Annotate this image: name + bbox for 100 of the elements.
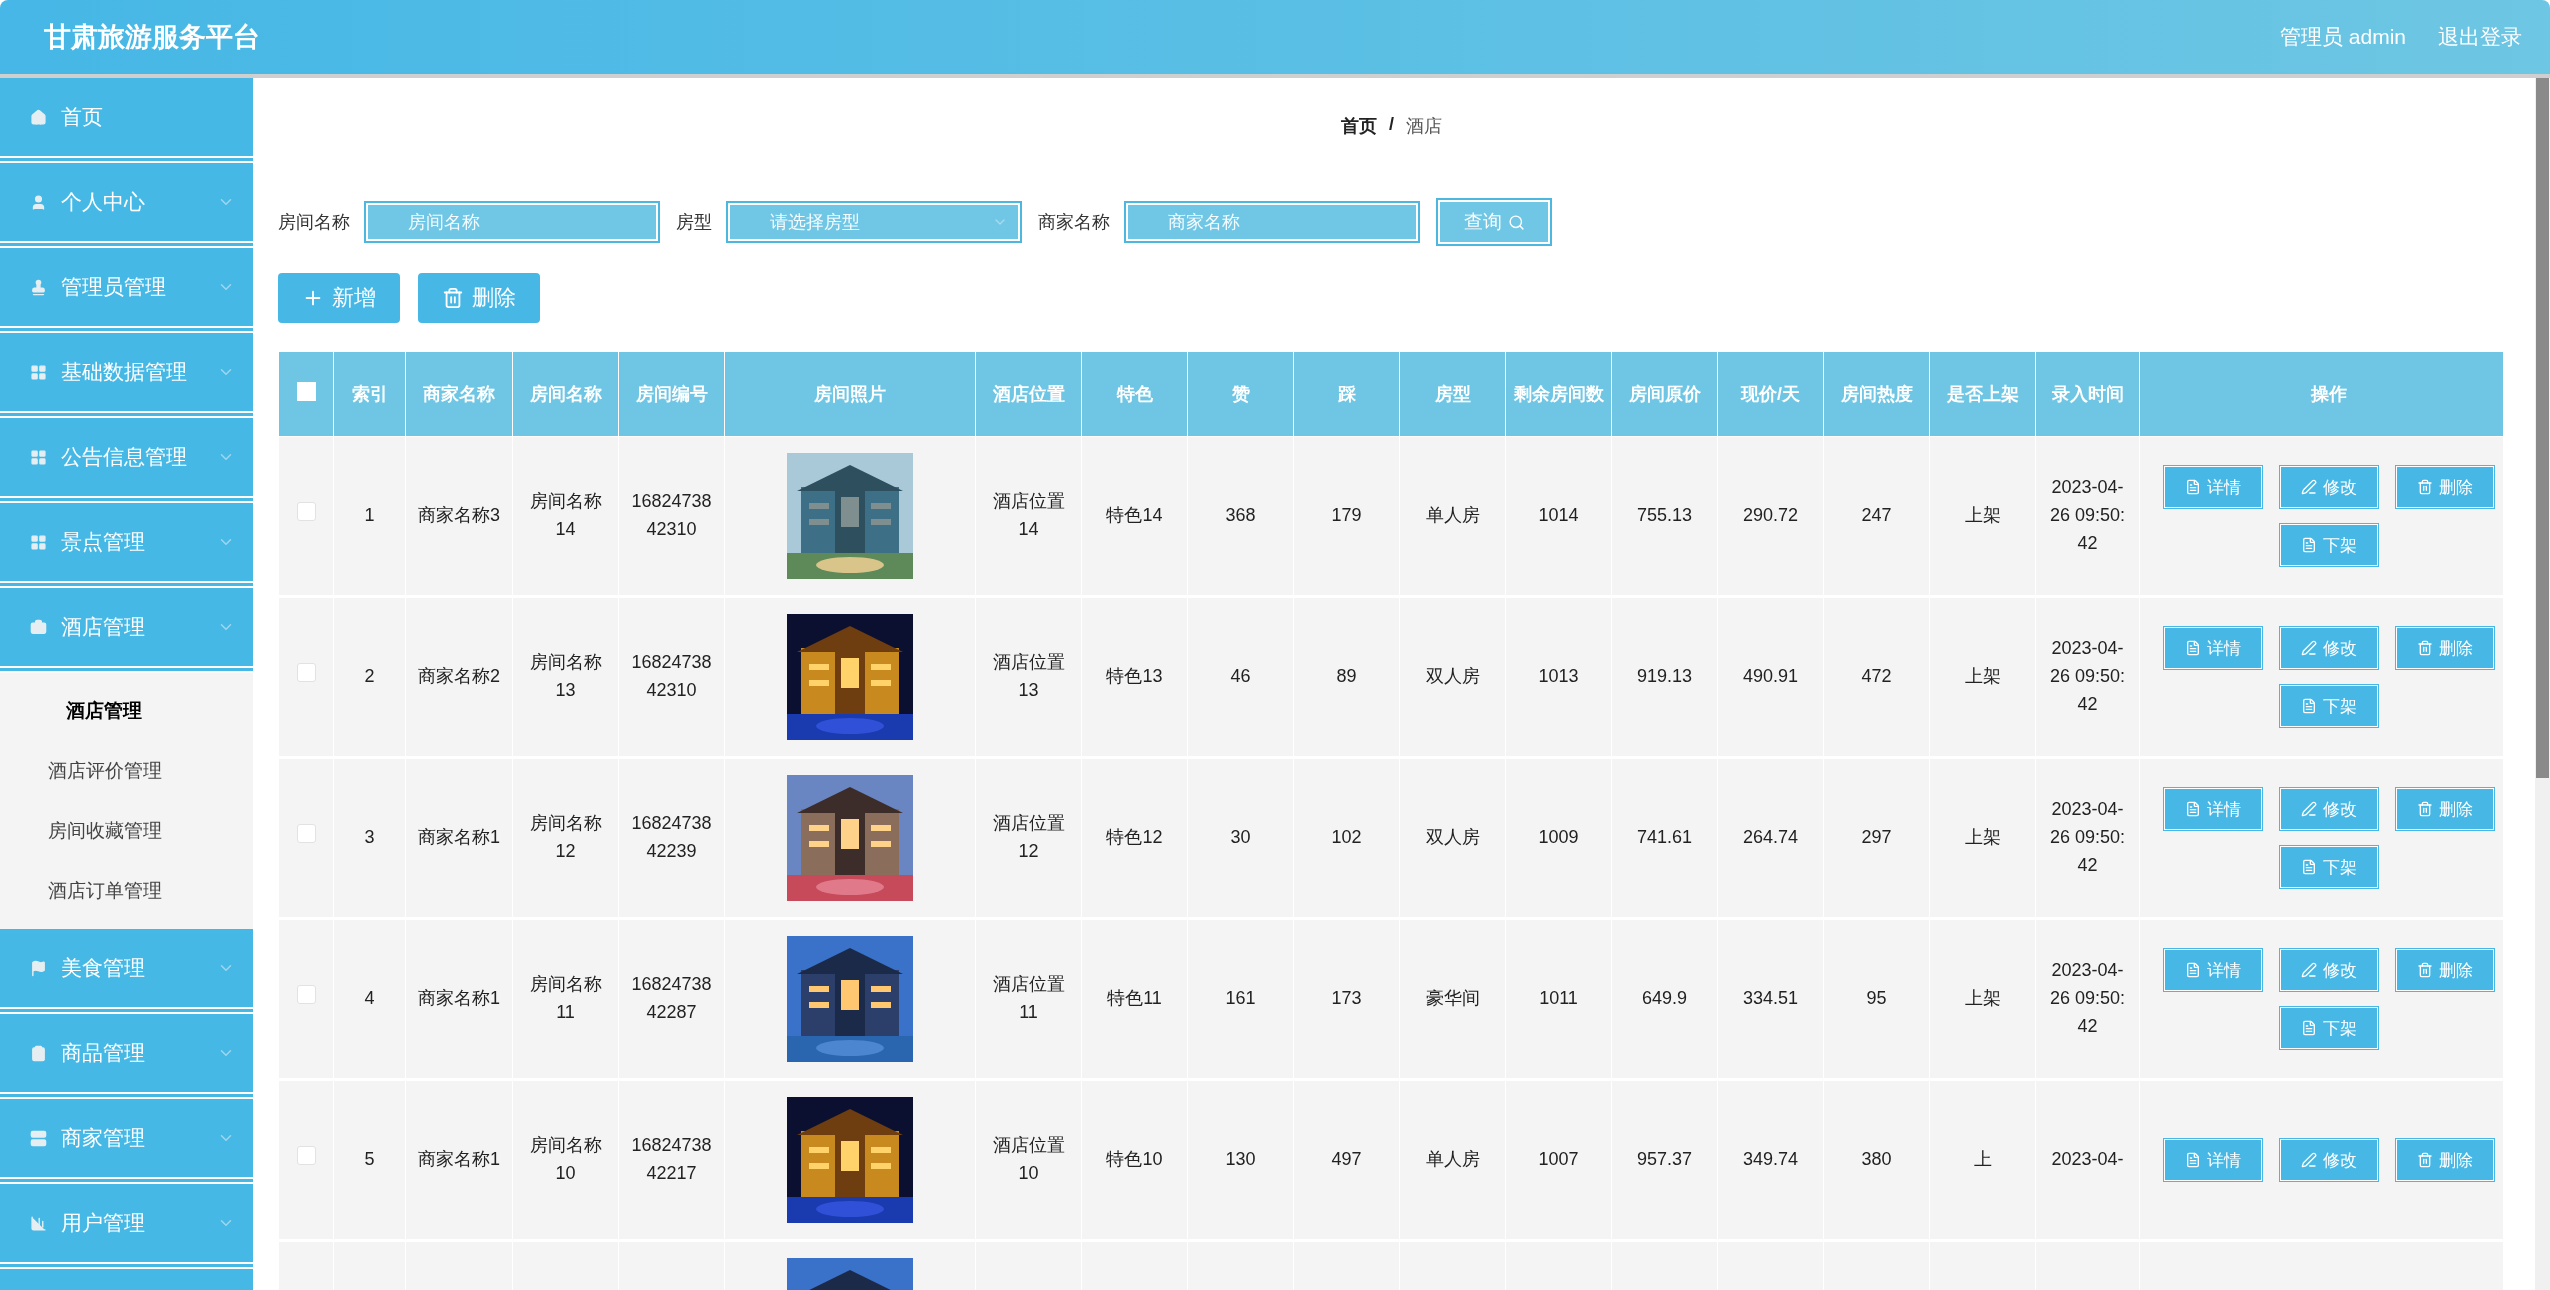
- logout-link[interactable]: 退出登录: [2438, 23, 2522, 51]
- delete-button[interactable]: 删除: [2394, 465, 2495, 509]
- sidebar-item[interactable]: 酒店管理: [0, 588, 253, 673]
- column-header: 房间热度: [1823, 351, 1930, 437]
- input-field[interactable]: 商家名称: [1166, 210, 1406, 234]
- trash-icon: [2416, 962, 2433, 978]
- delete-button[interactable]: 删除: [2394, 787, 2495, 831]
- table-cell: 368: [1187, 436, 1294, 597]
- submenu-item[interactable]: 酒店评价管理: [0, 741, 253, 801]
- document-icon: [2184, 640, 2201, 656]
- row-checkbox[interactable]: [296, 1146, 316, 1166]
- input-field[interactable]: 商家名称: [1124, 201, 1420, 243]
- submenu-item[interactable]: 房间收藏管理: [0, 801, 253, 861]
- delete-button[interactable]: 删除: [2394, 626, 2495, 670]
- query-button[interactable]: 查询: [1436, 198, 1552, 246]
- add-button[interactable]: 新增: [278, 273, 400, 323]
- pen-icon: [2300, 1152, 2317, 1168]
- sidebar-item[interactable]: 用户管理: [0, 1184, 253, 1269]
- table-cell: 957.37: [1611, 1079, 1718, 1241]
- edit-button[interactable]: 修改: [2278, 948, 2379, 992]
- table-cell: 2023-04-26 09:50:42: [2035, 436, 2140, 597]
- table-cell: 房间名称14: [512, 436, 619, 597]
- input-field[interactable]: 房间名称: [364, 201, 660, 243]
- submenu-item[interactable]: 酒店订单管理: [0, 861, 253, 921]
- edit-button[interactable]: 修改: [2278, 787, 2379, 831]
- table-cell: 双人房: [1399, 596, 1506, 758]
- sidebar-item[interactable]: 管理员管理: [0, 248, 253, 333]
- column-header: 特色: [1081, 351, 1188, 437]
- table-cell: 上架: [1929, 596, 2036, 758]
- table-cell: 房间名称11: [512, 918, 619, 1080]
- table-cell: 290.72: [1717, 436, 1824, 597]
- home-icon: [30, 108, 47, 126]
- breadcrumb-home[interactable]: 首页: [1341, 114, 1377, 138]
- sidebar-item[interactable]: 商品管理: [0, 1014, 253, 1099]
- table-cell: 173: [1293, 918, 1400, 1080]
- table-cell: 商家名称1: [405, 757, 513, 919]
- server-icon: [30, 1129, 47, 1147]
- table-cell: 商家名称2: [405, 596, 513, 758]
- detail-button[interactable]: 详情: [2162, 787, 2263, 831]
- column-header: 踩: [1293, 351, 1400, 437]
- edit-button[interactable]: 修改: [2278, 465, 2379, 509]
- table-cell: 1014: [1505, 436, 1612, 597]
- column-header: 房型: [1399, 351, 1506, 437]
- detail-button[interactable]: 详情: [2162, 626, 2263, 670]
- table-cell: 264.74: [1717, 757, 1824, 919]
- detail-button[interactable]: 详情: [2162, 1138, 2263, 1182]
- submenu-item[interactable]: 酒店管理: [0, 681, 253, 741]
- table-cell: 2: [333, 596, 406, 758]
- row-checkbox[interactable]: [296, 663, 316, 683]
- column-header: 商家名称: [405, 351, 513, 437]
- grid-icon: [30, 448, 47, 466]
- column-header: 操作: [2139, 351, 2503, 437]
- select-field[interactable]: 请选择房型: [726, 201, 1022, 243]
- delete-button[interactable]: 删除: [418, 273, 540, 323]
- edit-button[interactable]: 修改: [2278, 626, 2379, 670]
- sidebar-item[interactable]: 首页: [0, 78, 253, 163]
- column-header: 现价/天: [1717, 351, 1824, 437]
- table-cell: 497: [1293, 1079, 1400, 1241]
- row-checkbox[interactable]: [296, 502, 316, 522]
- sidebar-item[interactable]: 商家管理: [0, 1099, 253, 1184]
- row-checkbox[interactable]: [296, 824, 316, 844]
- table-cell: 755.13: [1611, 436, 1718, 597]
- delete-button[interactable]: 删除: [2394, 1138, 2495, 1182]
- column-header: 房间编号: [618, 351, 725, 437]
- off-button[interactable]: 下架: [2278, 523, 2379, 567]
- table-cell: 4: [333, 918, 406, 1080]
- scrollbar[interactable]: [2535, 78, 2550, 1290]
- table-cell: 2023-04-26 09:50:42: [2035, 918, 2140, 1080]
- input-field[interactable]: 房间名称: [406, 210, 646, 234]
- off-button[interactable]: 下架: [2278, 1006, 2379, 1050]
- table-cell: 130: [1187, 1079, 1294, 1241]
- table-cell: 商家名称1: [405, 918, 513, 1080]
- select-field[interactable]: 请选择房型: [768, 210, 992, 234]
- table-cell: 1011: [1505, 918, 1612, 1080]
- document-icon: [2184, 1152, 2201, 1168]
- edit-button[interactable]: 修改: [2278, 1138, 2379, 1182]
- sidebar-item[interactable]: 美食管理: [0, 929, 253, 1014]
- sidebar-item[interactable]: 个人中心: [0, 163, 253, 248]
- table-cell: 46: [1187, 596, 1294, 758]
- table-cell: 1682473842310: [618, 436, 725, 597]
- document-icon: [2184, 801, 2201, 817]
- delete-button[interactable]: 删除: [2394, 948, 2495, 992]
- off-button[interactable]: 下架: [2278, 684, 2379, 728]
- detail-button[interactable]: 详情: [2162, 465, 2263, 509]
- table-cell: 1013: [1505, 596, 1612, 758]
- off-button[interactable]: 下架: [2278, 845, 2379, 889]
- sidebar-item[interactable]: 公告信息管理: [0, 418, 253, 503]
- detail-button[interactable]: 详情: [2162, 948, 2263, 992]
- table-cell: 89: [1293, 596, 1400, 758]
- sidebar-item[interactable]: 基础数据管理: [0, 333, 253, 418]
- document-icon: [2300, 1020, 2317, 1036]
- table-cell: 特色10: [1081, 1079, 1188, 1241]
- table-cell: 95: [1823, 918, 1930, 1080]
- select-all-checkbox[interactable]: [296, 382, 316, 401]
- sidebar-item[interactable]: 景点管理: [0, 503, 253, 588]
- row-checkbox[interactable]: [296, 985, 316, 1005]
- table-cell: 1682473842287: [618, 918, 725, 1080]
- table-cell: 房间名称13: [512, 596, 619, 758]
- table-cell: 472: [1823, 596, 1930, 758]
- table-cell: 3: [333, 757, 406, 919]
